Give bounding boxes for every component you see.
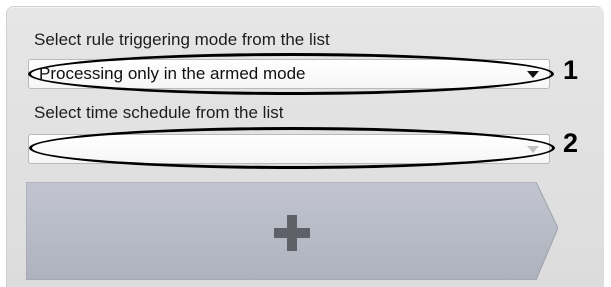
rule-mode-value: Processing only in the armed mode	[39, 64, 306, 83]
chevron-down-icon[interactable]	[527, 146, 539, 153]
callout-number-2: 2	[563, 128, 579, 158]
schedule-label: Select time schedule from the list	[34, 103, 284, 122]
rule-mode-label: Select rule triggering mode from the lis…	[34, 30, 330, 49]
schedule-dropdown[interactable]	[28, 134, 550, 164]
chevron-down-icon[interactable]	[527, 71, 539, 78]
callout-number-1: 1	[563, 55, 579, 85]
plus-icon	[272, 213, 312, 253]
rule-mode-dropdown[interactable]: Processing only in the armed mode	[28, 59, 550, 89]
